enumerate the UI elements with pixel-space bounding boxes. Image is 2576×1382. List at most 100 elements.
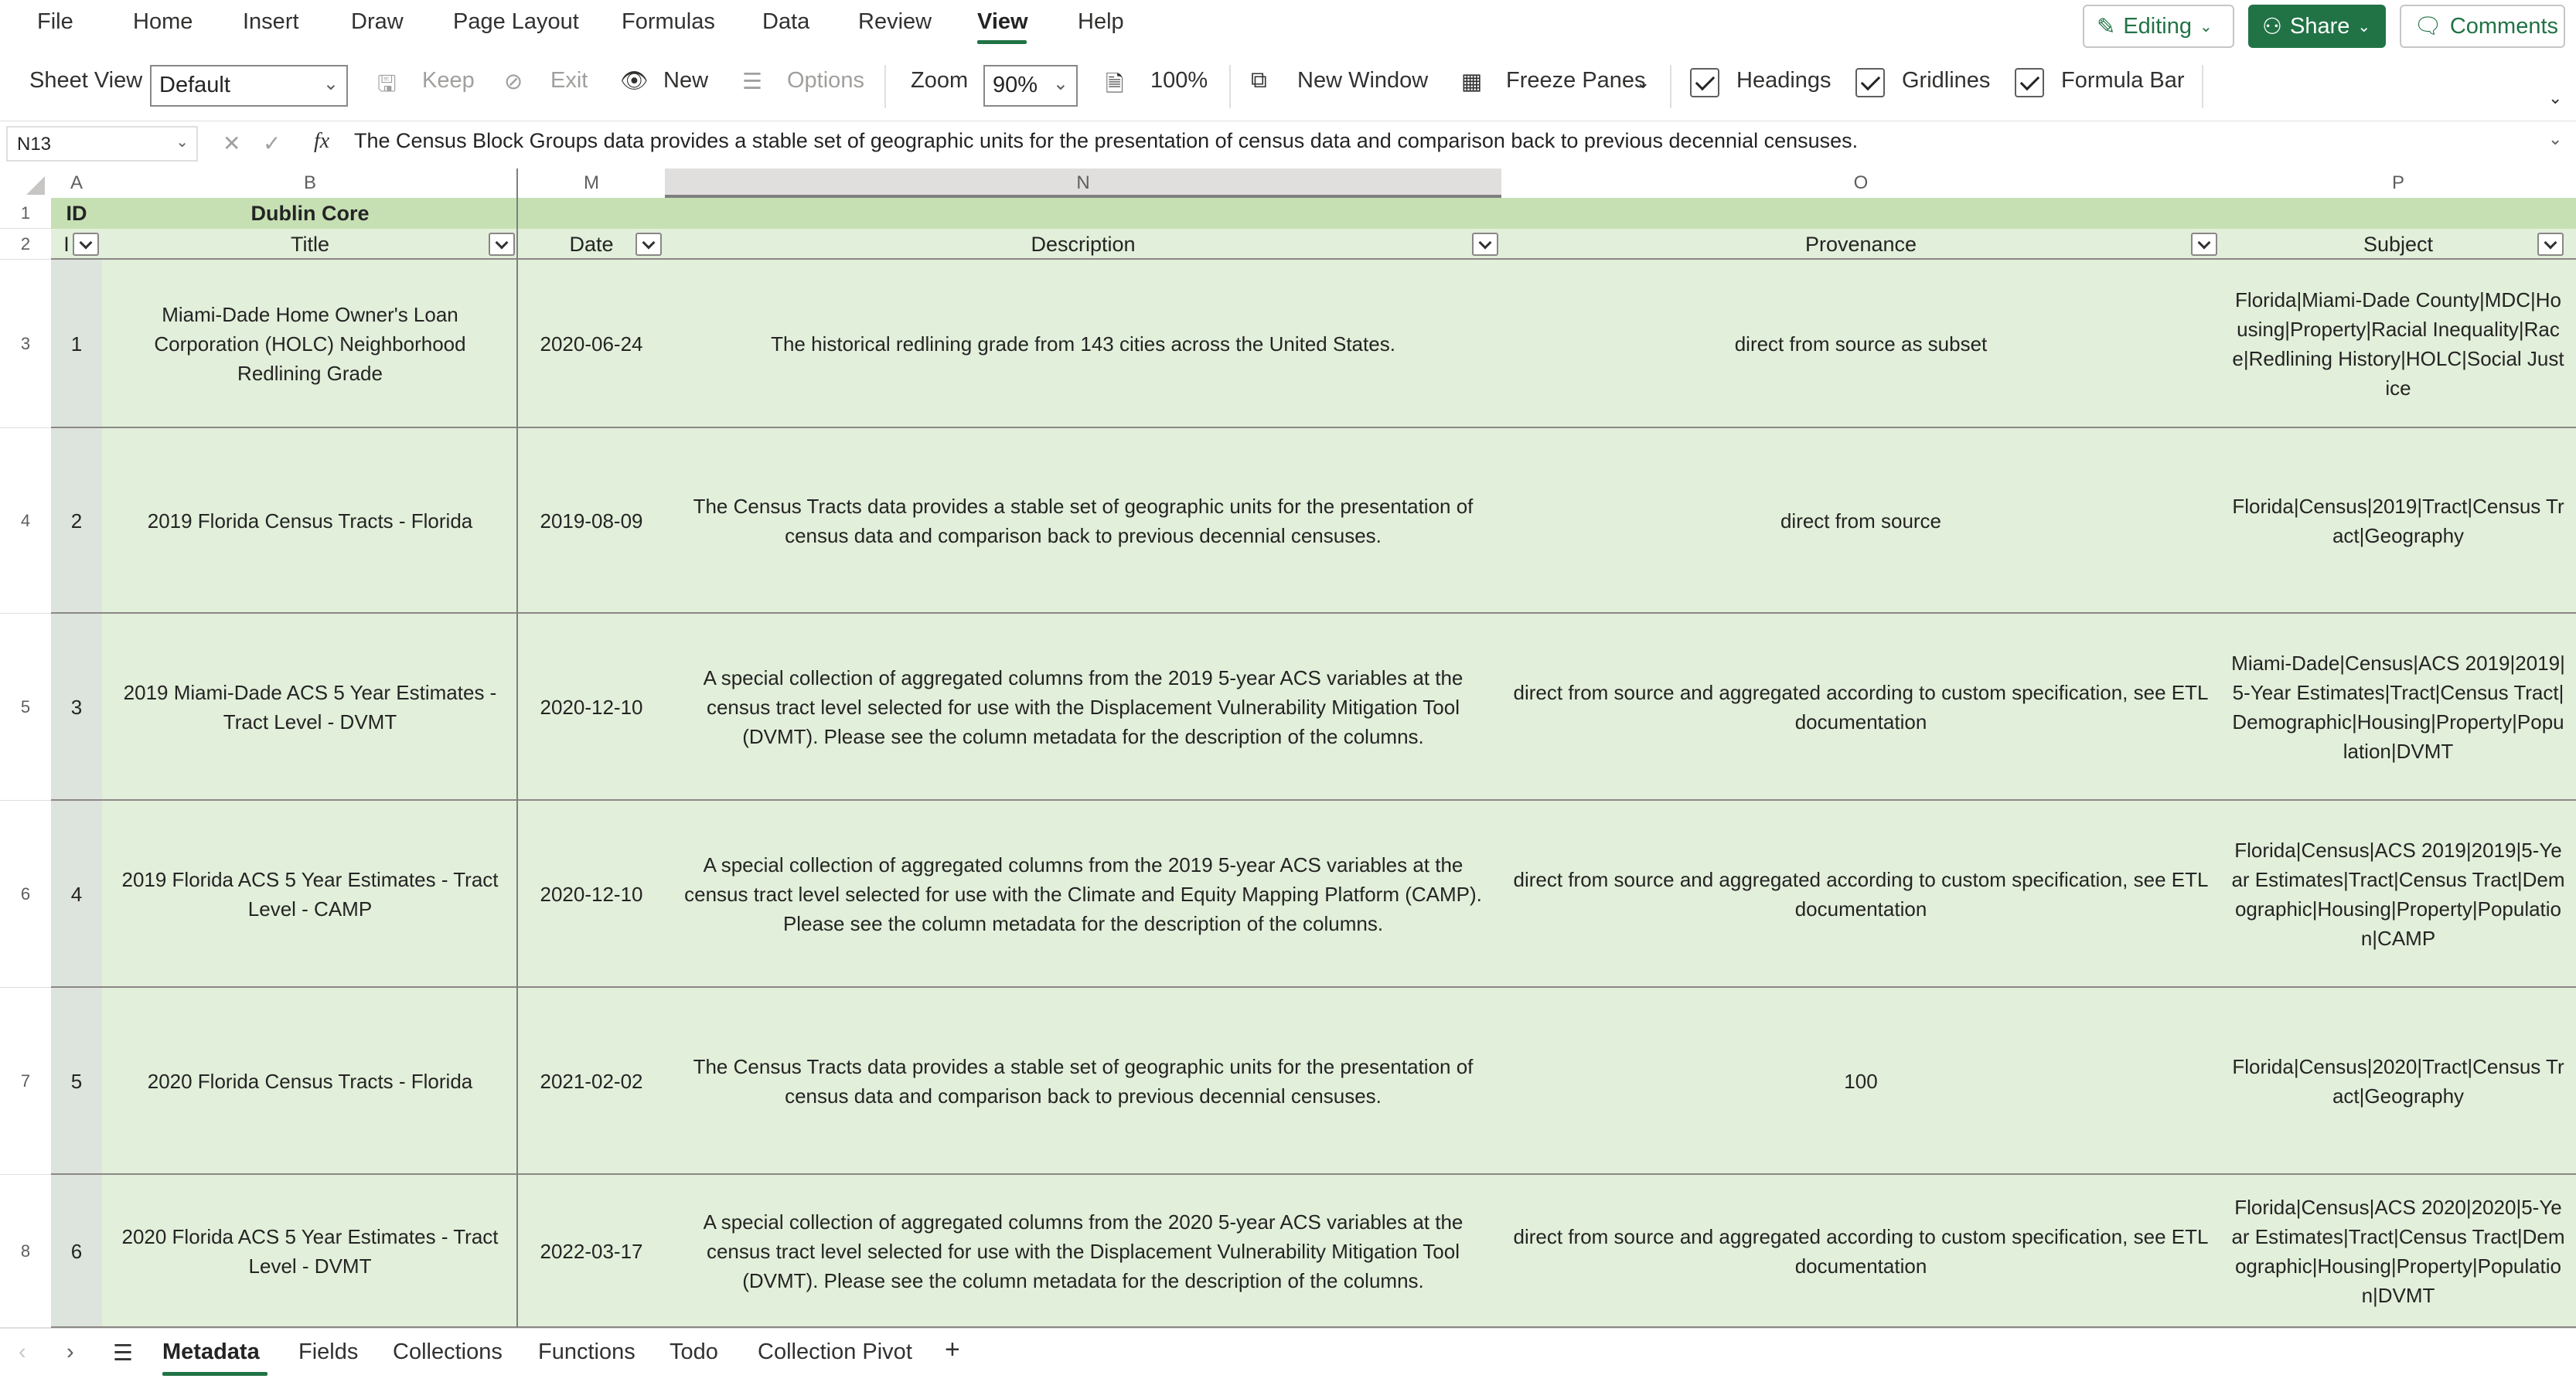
- header-subject[interactable]: Subject: [2220, 229, 2576, 260]
- cell-subject[interactable]: Florida|Census|2019|Tract|Census Tract|G…: [2220, 428, 2576, 614]
- cell-provenance[interactable]: direct from source as subset: [1501, 260, 2220, 428]
- select-all-corner[interactable]: [0, 168, 51, 198]
- options-button[interactable]: Options: [787, 68, 864, 94]
- cell-id[interactable]: 6: [51, 1175, 102, 1328]
- menu-review[interactable]: Review: [858, 9, 932, 35]
- cell-description[interactable]: A special collection of aggregated colum…: [665, 614, 1501, 801]
- menu-draw[interactable]: Draw: [351, 9, 404, 35]
- filter-dropdown-icon[interactable]: [635, 233, 662, 256]
- cell-provenance[interactable]: direct from source and aggregated accord…: [1501, 1175, 2220, 1328]
- row-header[interactable]: 6: [0, 801, 51, 988]
- tab-fields[interactable]: Fields: [298, 1339, 358, 1365]
- cell-date[interactable]: 2021-02-02: [518, 988, 665, 1175]
- header-description[interactable]: Description: [665, 229, 1501, 260]
- column-header-m[interactable]: M: [518, 168, 665, 198]
- menu-insert[interactable]: Insert: [243, 9, 299, 35]
- tab-todo[interactable]: Todo: [670, 1339, 718, 1365]
- cell-subject[interactable]: Florida|Census|2020|Tract|Census Tract|G…: [2220, 988, 2576, 1175]
- cell-id[interactable]: 1: [51, 260, 102, 428]
- filter-dropdown-icon[interactable]: [73, 233, 99, 256]
- column-header-p[interactable]: P: [2220, 168, 2576, 198]
- row-header[interactable]: 7: [0, 988, 51, 1175]
- row-header[interactable]: 2: [0, 229, 51, 260]
- cell-id[interactable]: 3: [51, 614, 102, 801]
- cell-provenance[interactable]: 100: [1501, 988, 2220, 1175]
- zoom-select[interactable]: 90% ⌄: [983, 65, 1078, 107]
- editing-button[interactable]: ✎ Editing ⌄: [2083, 5, 2234, 48]
- menu-view[interactable]: View: [977, 9, 1028, 35]
- cell-provenance[interactable]: direct from source and aggregated accord…: [1501, 614, 2220, 801]
- cell-description[interactable]: A special collection of aggregated colum…: [665, 801, 1501, 988]
- add-sheet-button[interactable]: +: [945, 1335, 960, 1365]
- cell-title[interactable]: Miami-Dade Home Owner's Loan Corporation…: [102, 260, 518, 428]
- tab-collection-pivot[interactable]: Collection Pivot: [758, 1339, 912, 1365]
- cell-title[interactable]: 2020 Florida ACS 5 Year Estimates - Trac…: [102, 1175, 518, 1328]
- all-sheets-menu-icon[interactable]: ☰: [113, 1339, 133, 1367]
- expand-formula-icon[interactable]: ⌄: [2548, 129, 2562, 149]
- row-header[interactable]: 1: [0, 198, 51, 229]
- formula-bar-checkbox[interactable]: [2015, 68, 2044, 97]
- cell-id[interactable]: 2: [51, 428, 102, 614]
- keep-button[interactable]: Keep: [422, 68, 475, 94]
- gridlines-checkbox[interactable]: [1855, 68, 1885, 97]
- worksheet-grid[interactable]: A B M N O P 1 ID Dublin Core 2 I Title D…: [0, 168, 2576, 1328]
- column-header-b[interactable]: B: [102, 168, 518, 198]
- cell-date[interactable]: 2020-12-10: [518, 614, 665, 801]
- cell-subject[interactable]: Miami-Dade|Census|ACS 2019|2019|5-Year E…: [2220, 614, 2576, 801]
- cell-date[interactable]: 2020-12-10: [518, 801, 665, 988]
- column-header-o[interactable]: O: [1501, 168, 2220, 198]
- ribbon-expand-icon[interactable]: ⌄: [2548, 88, 2562, 108]
- menu-data[interactable]: Data: [762, 9, 809, 35]
- enter-icon[interactable]: ✓: [263, 131, 281, 156]
- cell-title[interactable]: 2019 Florida Census Tracts - Florida: [102, 428, 518, 614]
- tab-functions[interactable]: Functions: [538, 1339, 635, 1365]
- header-id[interactable]: ID: [51, 198, 102, 229]
- cell-description[interactable]: A special collection of aggregated colum…: [665, 1175, 1501, 1328]
- row-header[interactable]: 5: [0, 614, 51, 801]
- zoom-100-button[interactable]: 100%: [1150, 68, 1208, 94]
- cell-title[interactable]: 2020 Florida Census Tracts - Florida: [102, 988, 518, 1175]
- row-header[interactable]: 8: [0, 1175, 51, 1328]
- cell-subject[interactable]: Florida|Census|ACS 2020|2020|5-Year Esti…: [2220, 1175, 2576, 1328]
- header-title[interactable]: Title: [102, 229, 518, 260]
- cell-date[interactable]: 2020-06-24: [518, 260, 665, 428]
- header-dublin-core[interactable]: Dublin Core: [102, 198, 518, 229]
- new-view-button[interactable]: New: [663, 68, 708, 94]
- cell-provenance[interactable]: direct from source and aggregated accord…: [1501, 801, 2220, 988]
- name-box[interactable]: N13 ⌄: [6, 126, 198, 162]
- sheet-view-select[interactable]: Default ⌄: [150, 65, 348, 107]
- cell-subject[interactable]: Florida|Census|ACS 2019|2019|5-Year Esti…: [2220, 801, 2576, 988]
- menu-home[interactable]: Home: [133, 9, 193, 35]
- column-header-n[interactable]: N: [665, 168, 1501, 198]
- exit-button[interactable]: Exit: [550, 68, 588, 94]
- cell-description[interactable]: The Census Tracts data provides a stable…: [665, 988, 1501, 1175]
- filter-dropdown-icon[interactable]: [489, 233, 515, 256]
- cell-description[interactable]: The historical redlining grade from 143 …: [665, 260, 1501, 428]
- header-provenance[interactable]: Provenance: [1501, 229, 2220, 260]
- menu-help[interactable]: Help: [1078, 9, 1124, 35]
- cell-date[interactable]: 2022-03-17: [518, 1175, 665, 1328]
- scroll-left-icon[interactable]: ‹: [19, 1339, 26, 1365]
- cell-date[interactable]: 2019-08-09: [518, 428, 665, 614]
- menu-page-layout[interactable]: Page Layout: [453, 9, 579, 35]
- cell-id[interactable]: 5: [51, 988, 102, 1175]
- share-button[interactable]: ⚇ Share ⌄: [2248, 5, 2386, 48]
- column-header-a[interactable]: A: [51, 168, 102, 198]
- freeze-panes-button[interactable]: Freeze Panes: [1506, 68, 1646, 94]
- cell-id[interactable]: 4: [51, 801, 102, 988]
- cell-title[interactable]: 2019 Miami-Dade ACS 5 Year Estimates - T…: [102, 614, 518, 801]
- row-header[interactable]: 3: [0, 260, 51, 428]
- headings-checkbox[interactable]: [1690, 68, 1719, 97]
- menu-file[interactable]: File: [37, 9, 73, 35]
- formula-input[interactable]: The Census Block Groups data provides a …: [354, 129, 1858, 153]
- new-window-button[interactable]: New Window: [1297, 68, 1428, 94]
- row-header[interactable]: 4: [0, 428, 51, 614]
- tab-metadata[interactable]: Metadata: [162, 1339, 260, 1365]
- function-icon[interactable]: fx: [314, 129, 329, 154]
- filter-dropdown-icon[interactable]: [2191, 233, 2217, 256]
- chevron-down-icon[interactable]: ⌄: [1636, 73, 1650, 93]
- cell-description[interactable]: The Census Tracts data provides a stable…: [665, 428, 1501, 614]
- menu-formulas[interactable]: Formulas: [622, 9, 715, 35]
- cell-title[interactable]: 2019 Florida ACS 5 Year Estimates - Trac…: [102, 801, 518, 988]
- comments-button[interactable]: 🗨 Comments: [2400, 5, 2565, 48]
